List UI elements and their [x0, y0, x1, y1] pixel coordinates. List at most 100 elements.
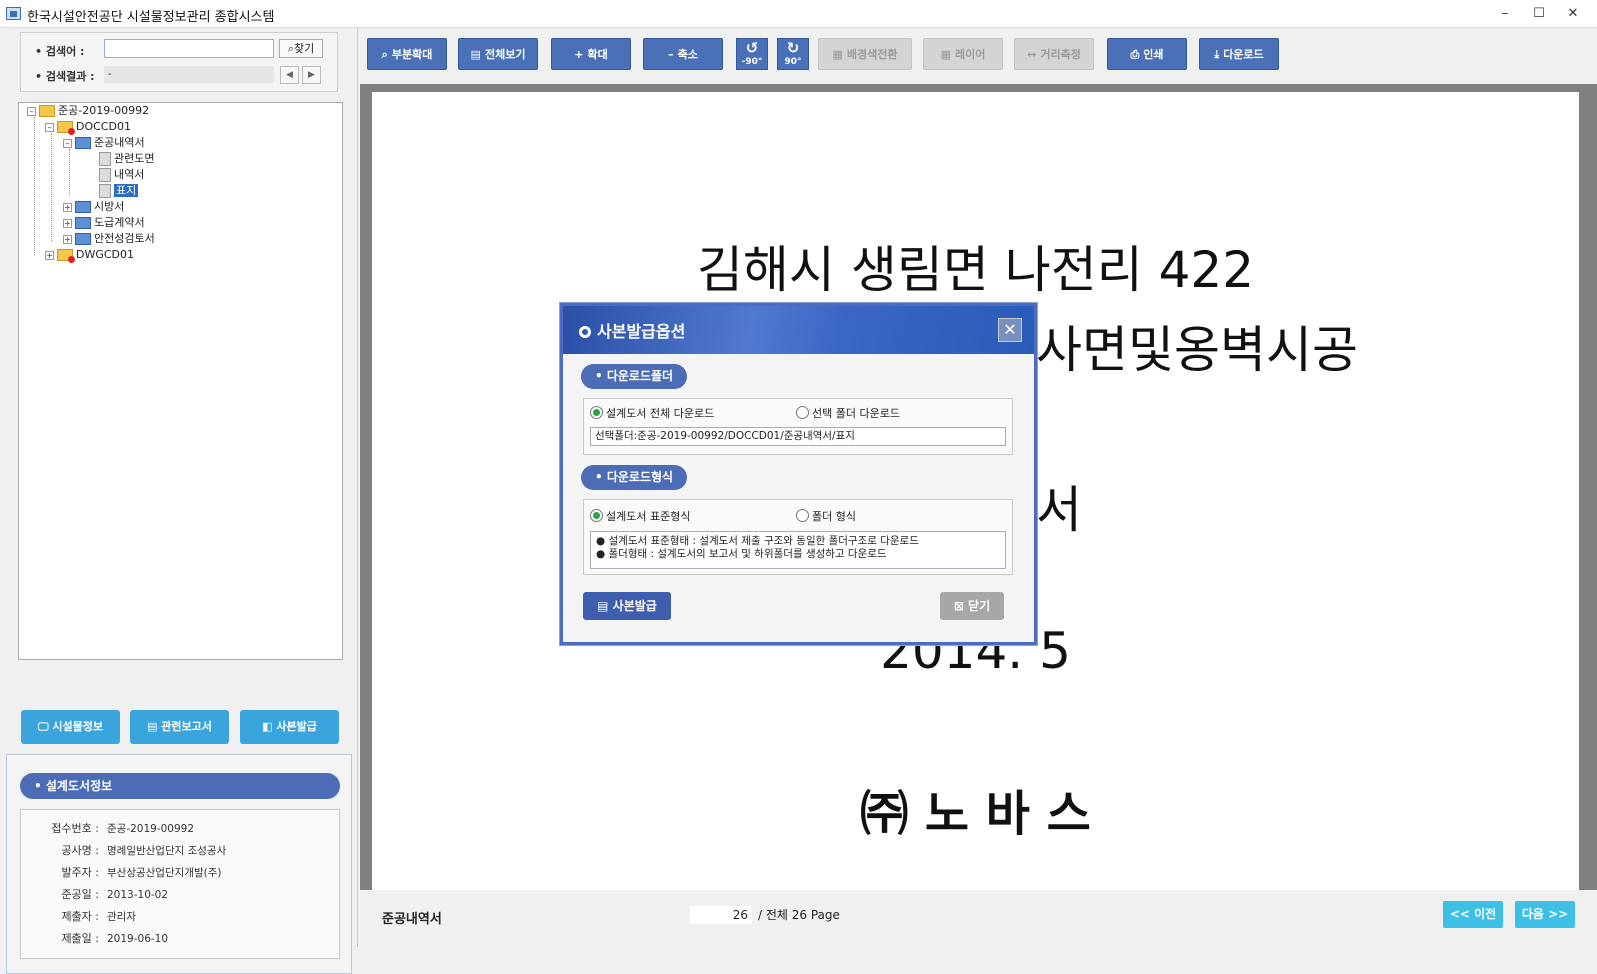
left-panel: • 검색어 : ⌕찾기 • 검색결과 : - ◀ ▶ – 준공-2019-0099… [0, 28, 358, 974]
download-folder-box: 설계도서 전체 다운로드 선택 폴더 다운로드 선택폴더:준공-2019-009… [583, 398, 1013, 455]
printer-icon: ⎙ [1130, 48, 1140, 61]
collapse-icon[interactable]: – [27, 106, 36, 116]
radio-all-download[interactable]: 설계도서 전체 다운로드 [590, 406, 714, 421]
info-box: 접수번호 : 준공-2019-00992 공사명 : 명례일반산업단지 조성공사 발… [20, 809, 340, 959]
expand-icon[interactable]: + [63, 234, 72, 244]
collapse-icon[interactable]: – [63, 138, 72, 148]
format-description: ● 설계도서 표준형태 : 설계도서 제출 구조와 동일한 폴더구조로 다운로드… [590, 531, 1006, 569]
layer-button[interactable]: ▦ 레이어 [923, 38, 1003, 70]
download-icon: ⤓ [1214, 48, 1220, 61]
rotate-left-button[interactable]: ↺ -90° [736, 38, 768, 70]
window-title: 한국시설안전공단 시설물정보관리 종합시스템 [27, 10, 275, 25]
bg-color-switch-button[interactable]: ▦ 배경색전환 [818, 38, 912, 70]
doc-address-line: 김해시 생림면 나전리 422 [696, 241, 1255, 299]
page-icon: ▤ [470, 48, 481, 61]
document-folder-icon [75, 137, 91, 149]
info-row: 준공일 :2013-10-02 [61, 888, 169, 901]
radio-selected-folder[interactable]: 선택 폴더 다운로드 [796, 406, 900, 421]
maximize-button[interactable]: ☐ [1524, 3, 1554, 25]
title-bar: 한국시설안전공단 시설물정보관리 종합시스템 – ☐ ✕ [0, 0, 1597, 28]
viewer-toolbar: ⌕ 부분확대 ▤ 전체보기 + 확대 – 축소 ↺ -90° ↻ 90° ▦ 배경색전환 ▦ 레… [360, 28, 1597, 84]
document-folder-icon [75, 217, 91, 229]
result-next-button[interactable]: ▶ [302, 66, 321, 84]
expand-icon[interactable]: + [45, 250, 54, 260]
zoom-out-button[interactable]: – 축소 [643, 38, 723, 70]
tree-node-cover[interactable]: 표지 [99, 183, 139, 199]
dialog-cancel-button[interactable]: ⊠ 닫기 [940, 592, 1004, 620]
folder-tree: – 준공-2019-00992 – DOCCD01 – 준공내역서 관련도면 내역서 … [18, 102, 343, 660]
issue-copy-button[interactable]: ▤ 사본발급 [583, 592, 671, 620]
next-page-button[interactable]: 다음 >> [1515, 901, 1575, 928]
result-prev-button[interactable]: ◀ [280, 66, 299, 84]
tree-node-dwgcd01[interactable]: + DWGCD01 [45, 247, 134, 263]
document-icon [99, 184, 111, 198]
rotate-right-button[interactable]: ↻ 90° [777, 38, 809, 70]
info-row: 공사명 : 명례일반산업단지 조성공사 [61, 844, 227, 857]
related-report-button[interactable]: ▤ 관련보고서 [130, 710, 229, 744]
partial-zoom-button[interactable]: ⌕ 부분확대 [367, 38, 447, 70]
page-number-input[interactable]: 26 [690, 906, 752, 924]
radio-checked-icon [590, 509, 603, 522]
dialog-header: 사본발급옵션 ✕ [563, 306, 1034, 354]
search-panel: • 검색어 : ⌕찾기 • 검색결과 : - ◀ ▶ [20, 32, 338, 92]
viewer-footer: 준공내역서 26 / 전체 26 Page << 이전 다음 >> [360, 890, 1597, 947]
document-folder-icon [75, 233, 91, 245]
format-desc-folder: ● 폴더형태 : 설계도서의 보고서 및 하위폴더를 생성하고 다운로드 [596, 548, 887, 560]
doc-project-line: 사면및옹벽시공 [1036, 321, 1358, 379]
radio-dot-icon [579, 326, 591, 338]
tree-node-contract[interactable]: + 도급계약서 [63, 215, 145, 231]
minus-icon: – [668, 48, 674, 61]
tree-node-statement[interactable]: 내역서 [99, 167, 144, 183]
full-view-button[interactable]: ▤ 전체보기 [458, 38, 538, 70]
minimize-button[interactable]: – [1490, 3, 1520, 25]
tree-node-safety[interactable]: + 안전성검토서 [63, 231, 155, 247]
zoom-in-button[interactable]: + 확대 [551, 38, 631, 70]
dialog-title: 사본발급옵션 [597, 322, 686, 341]
info-row: 발주자 : 부산상공산업단지개발(주) [61, 866, 222, 879]
layer-icon: ▦ [940, 48, 952, 61]
keyword-label: • 검색어 : [35, 45, 85, 58]
download-button[interactable]: ⤓ 다운로드 [1199, 38, 1279, 70]
print-button[interactable]: ⎙ 인쇄 [1107, 38, 1187, 70]
document-folder-icon [75, 201, 91, 213]
rotate-cw-icon: ↻ [786, 39, 800, 57]
rotate-ccw-icon: ↺ [745, 39, 759, 57]
measure-distance-button[interactable]: ↔ 거리측정 [1014, 38, 1094, 70]
app-icon [6, 7, 21, 20]
document-icon [99, 152, 111, 166]
locked-folder-icon [57, 249, 75, 263]
prev-page-button[interactable]: << 이전 [1443, 901, 1503, 928]
info-row: 제출일 :2019-06-10 [61, 932, 169, 945]
document-icon [99, 168, 111, 182]
search-input[interactable] [104, 39, 274, 58]
radio-standard-format[interactable]: 설계도서 표준형식 [590, 509, 690, 524]
radio-folder-format[interactable]: 폴더 형식 [796, 509, 856, 524]
tree-node-root[interactable]: – 준공-2019-00992 [27, 103, 149, 119]
expand-icon[interactable]: + [63, 218, 72, 228]
page-total: / 전체 26 Page [758, 908, 840, 922]
tree-node-doccd01[interactable]: – DOCCD01 [45, 119, 131, 135]
format-desc-standard: ● 설계도서 표준형태 : 설계도서 제출 구조와 동일한 폴더구조로 다운로드 [596, 535, 919, 547]
close-window-button[interactable]: ✕ [1558, 3, 1588, 25]
info-heading: • 설계도서정보 [20, 773, 340, 799]
design-doc-info-panel: • 설계도서정보 접수번호 : 준공-2019-00992 공사명 : 명례일반산업… [6, 754, 352, 974]
collapse-icon[interactable]: – [45, 122, 54, 132]
plus-icon: + [574, 48, 584, 61]
info-row: 제출자 : 관리자 [61, 910, 136, 923]
download-folder-heading: • 다운로드폴더 [581, 364, 688, 389]
download-format-heading: • 다운로드형식 [581, 465, 688, 490]
tree-node-completion[interactable]: – 준공내역서 [63, 135, 145, 151]
tree-node-spec[interactable]: + 시방서 [63, 199, 124, 215]
radio-empty-icon [796, 509, 809, 522]
copy-issue-button[interactable]: ◧ 사본발급 [240, 710, 339, 744]
facility-info-button[interactable]: 🖵 시설물정보 [21, 710, 120, 744]
ruler-icon: ↔ [1027, 48, 1037, 61]
locked-folder-icon [57, 121, 75, 135]
tree-node-related-drawing[interactable]: 관련도면 [99, 151, 154, 167]
radio-empty-icon [796, 406, 809, 419]
radio-checked-icon [590, 406, 603, 419]
grid-icon: ▦ [832, 48, 843, 61]
expand-icon[interactable]: + [63, 202, 72, 212]
find-button[interactable]: ⌕찾기 [279, 39, 323, 58]
dialog-close-button[interactable]: ✕ [998, 318, 1022, 342]
